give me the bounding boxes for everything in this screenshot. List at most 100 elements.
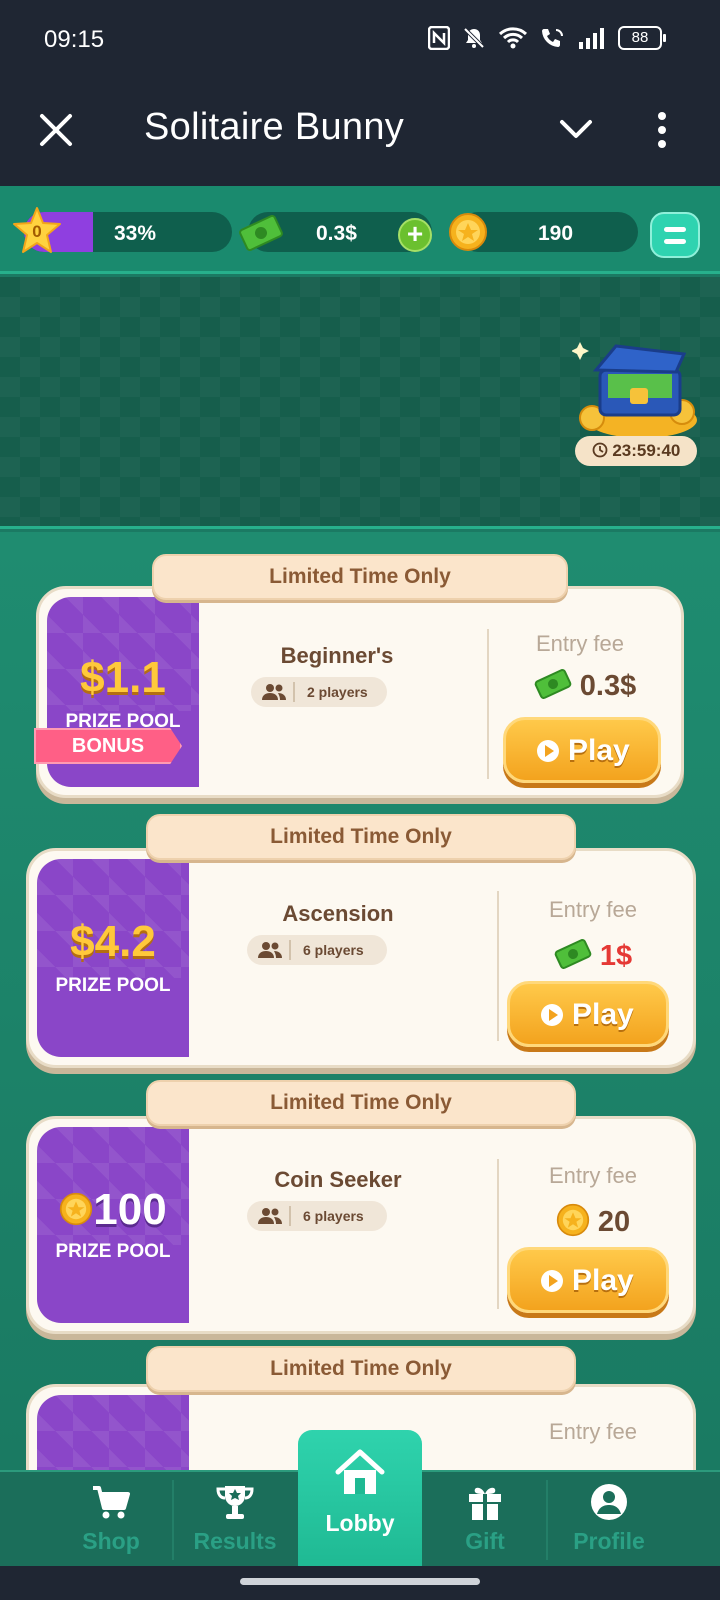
trophy-icon (216, 1486, 254, 1519)
play-label: Play (568, 734, 630, 767)
play-icon (537, 740, 559, 762)
entry-fee-value: 1$ (515, 937, 671, 973)
coin-icon (556, 1203, 589, 1237)
limited-time-ribbon: Limited Time Only (146, 814, 576, 860)
gesture-area (0, 1566, 720, 1600)
prize-pool-panel: 100 PRIZE POOL (37, 1127, 189, 1323)
entry-fee-value: 0.3$ (505, 667, 665, 703)
nav-lobby-label: Lobby (325, 1510, 395, 1536)
nav-results[interactable]: Results (174, 1472, 296, 1568)
chest-timer: 23:59:40 (575, 436, 697, 466)
players-text: 2 players (307, 684, 368, 700)
play-button[interactable]: Play (503, 717, 661, 783)
prize-pool-panel (37, 1395, 189, 1470)
tournament-card[interactable]: $1.1 PRIZE POOL Beginner's 2 players Ent… (36, 586, 684, 798)
chest-timer-value: 23:59:40 (612, 441, 681, 460)
nfc-icon (428, 26, 450, 50)
signal-icon (579, 28, 604, 49)
players-icon (258, 942, 282, 958)
players-count: 6 players (247, 1201, 387, 1231)
prize-amount: $1.1 (80, 653, 166, 702)
players-icon (262, 684, 286, 700)
battery-indicator: 88 (618, 26, 666, 50)
players-text: 6 players (303, 942, 364, 958)
entry-fee-value: 20 (515, 1203, 671, 1239)
mute-bell-icon (463, 27, 485, 49)
status-bar: 09:15 88 (0, 0, 720, 80)
entry-fee-amount: 1$ (599, 940, 633, 972)
nav-shop[interactable]: Shop (50, 1472, 172, 1568)
play-icon (541, 1270, 563, 1292)
app-title: Solitaire Bunny (144, 106, 405, 148)
cash-balance: 0.3$ (316, 222, 357, 245)
home-gesture-bar[interactable] (240, 1578, 480, 1585)
bonus-tag: BONUS (34, 728, 182, 764)
status-icons: 88 (428, 26, 666, 50)
chevron-down-icon[interactable] (556, 110, 596, 150)
level-value: 0 (32, 222, 42, 241)
players-count: 2 players (251, 677, 387, 707)
prize-amount: 100 (37, 1185, 189, 1235)
players-text: 6 players (303, 1208, 364, 1224)
card-divider (497, 1159, 499, 1309)
cash-icon (239, 214, 283, 252)
add-cash-button[interactable]: + (398, 218, 432, 252)
tournament-card[interactable]: 100 PRIZE POOL Coin Seeker 6 players Ent… (26, 1116, 696, 1334)
game-name: Coin Seeker (274, 1167, 402, 1192)
cart-icon (93, 1486, 130, 1519)
entry-fee-amount: 20 (597, 1206, 631, 1238)
players-icon (258, 1208, 282, 1224)
entry-fee-label: Entry fee (535, 631, 625, 656)
nav-shop-label: Shop (82, 1528, 140, 1554)
wifi-icon (498, 27, 528, 49)
play-label: Play (572, 1264, 634, 1297)
coin-icon (449, 213, 487, 251)
nav-profile-label: Profile (573, 1528, 645, 1554)
prize-label: PRIZE POOL (55, 1241, 171, 1262)
gift-icon (469, 1487, 501, 1520)
play-button[interactable]: Play (507, 1247, 669, 1313)
limited-time-ribbon: Limited Time Only (146, 1080, 576, 1126)
play-label: Play (572, 998, 634, 1031)
entry-fee-label: Entry fee (548, 897, 638, 922)
clock-icon (592, 442, 607, 458)
prize-pool-panel: $4.2 PRIZE POOL (37, 859, 189, 1057)
resource-bar: 33% 0.3$ 190 (0, 186, 720, 274)
tournament-card[interactable]: $4.2 PRIZE POOL Ascension 6 players Entr… (26, 848, 696, 1068)
nav-lobby[interactable]: Lobby (298, 1430, 422, 1568)
prize-amount-value: 100 (93, 1185, 167, 1234)
home-icon (335, 1449, 385, 1494)
entry-fee-label: Entry fee (548, 1163, 638, 1188)
play-icon (541, 1004, 563, 1026)
play-button[interactable]: Play (507, 981, 669, 1047)
card-divider (497, 891, 499, 1041)
close-icon[interactable] (34, 108, 78, 152)
players-count: 6 players (247, 935, 387, 965)
status-time: 09:15 (44, 26, 105, 53)
coin-balance: 190 (538, 222, 574, 245)
prize-amount: $4.2 (70, 917, 156, 966)
entry-fee-label: Entry fee (548, 1419, 638, 1444)
game-name: Beginner's (280, 643, 394, 668)
nav-gift[interactable]: Gift (424, 1472, 546, 1568)
entry-fee-amount: 0.3$ (579, 670, 637, 702)
profile-icon (591, 1484, 627, 1520)
prize-label: PRIZE POOL (55, 975, 171, 996)
more-vertical-icon[interactable] (652, 108, 672, 152)
cash-icon (534, 669, 572, 699)
wifi-call-icon (542, 29, 563, 47)
limited-time-ribbon: Limited Time Only (152, 554, 568, 600)
nav-gift-label: Gift (465, 1528, 505, 1554)
nav-results-label: Results (193, 1528, 277, 1554)
app-bar: Solitaire Bunny (0, 80, 720, 186)
cash-icon (554, 939, 592, 969)
game-name: Ascension (282, 901, 394, 926)
xp-percent: 33% (114, 222, 157, 245)
treasure-chest-icon[interactable] (572, 340, 702, 440)
nav-profile[interactable]: Profile (548, 1472, 670, 1568)
card-divider (487, 629, 489, 779)
menu-button[interactable] (650, 212, 700, 258)
coin-icon (60, 1192, 93, 1226)
limited-time-ribbon: Limited Time Only (146, 1346, 576, 1392)
lobby-list[interactable]: $1.1 PRIZE POOL Beginner's 2 players Ent… (0, 532, 720, 1470)
